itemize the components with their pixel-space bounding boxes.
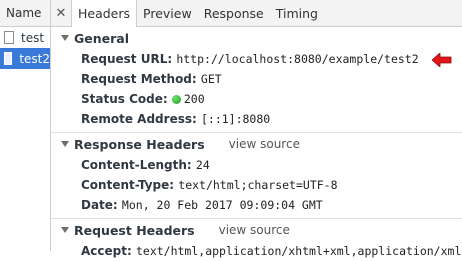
tab-headers[interactable]: Headers: [71, 0, 138, 27]
remote-address-row: Remote Address: [::1]:8080: [51, 109, 462, 129]
header-value: 24: [195, 158, 210, 172]
header-value: [::1]:8080: [200, 112, 271, 126]
header-key: Content-Length:: [81, 158, 196, 172]
header-key: Request Method:: [81, 72, 201, 86]
triangle-down-icon: [61, 227, 69, 233]
header-key: Status Code:: [81, 92, 172, 106]
section-title: General: [74, 30, 129, 46]
headers-content: General Request URL: http://localhost:80…: [51, 27, 462, 261]
request-name: test2: [19, 51, 50, 66]
content-type-row: Content-Type: text/html;charset=UTF-8: [51, 175, 462, 195]
request-method-row: Request Method: GET: [51, 69, 462, 89]
document-icon: [4, 52, 13, 65]
header-value: Mon, 20 Feb 2017 09:09:04 GMT: [121, 198, 323, 212]
document-icon: [4, 31, 14, 44]
triangle-down-icon: [61, 141, 69, 147]
tab-preview[interactable]: Preview: [137, 0, 198, 26]
content-length-row: Content-Length: 24: [51, 155, 462, 175]
header-value: text/html,application/xhtml+xml,applicat…: [135, 244, 462, 258]
section-title: Response Headers: [74, 136, 205, 152]
header-key: Request URL:: [81, 52, 177, 66]
header-value: text/html;charset=UTF-8: [178, 178, 338, 192]
header-value: GET: [200, 72, 222, 86]
view-source-link[interactable]: view source: [219, 223, 290, 237]
view-source-link[interactable]: view source: [229, 137, 300, 151]
request-detail-panel: ✕ Headers Preview Response Timing Genera…: [51, 0, 462, 258]
header-key: Content-Type:: [81, 178, 179, 192]
request-row-test2[interactable]: test2: [0, 48, 50, 69]
tab-response[interactable]: Response: [198, 0, 270, 26]
accept-row: Accept: text/html,application/xhtml+xml,…: [51, 241, 462, 261]
name-column-header[interactable]: Name: [0, 0, 50, 27]
response-headers-section-header[interactable]: Response Headers view source: [51, 133, 462, 155]
request-headers-section-header[interactable]: Request Headers view source: [51, 219, 462, 241]
request-row-test[interactable]: test: [0, 27, 50, 48]
detail-tabbar: ✕ Headers Preview Response Timing: [51, 0, 462, 27]
status-code-row: Status Code: 200: [51, 89, 462, 109]
general-section-header[interactable]: General: [51, 27, 462, 49]
status-ok-icon: [171, 95, 181, 104]
tab-timing[interactable]: Timing: [270, 0, 324, 26]
header-value: 200: [183, 92, 205, 106]
header-key: Remote Address:: [81, 112, 201, 126]
request-url-row: Request URL: http://localhost:8080/examp…: [51, 49, 462, 69]
close-icon[interactable]: ✕: [51, 0, 71, 26]
date-row: Date: Mon, 20 Feb 2017 09:09:04 GMT: [51, 195, 462, 215]
request-list-panel: Name test test2: [0, 0, 51, 251]
section-title: Request Headers: [74, 222, 195, 238]
header-key: Date:: [81, 198, 122, 212]
header-key: Accept:: [81, 244, 136, 258]
header-value: http://localhost:8080/example/test2: [176, 52, 419, 66]
red-arrow-icon: [432, 52, 452, 67]
request-name: test: [21, 30, 45, 45]
triangle-down-icon: [61, 35, 69, 41]
